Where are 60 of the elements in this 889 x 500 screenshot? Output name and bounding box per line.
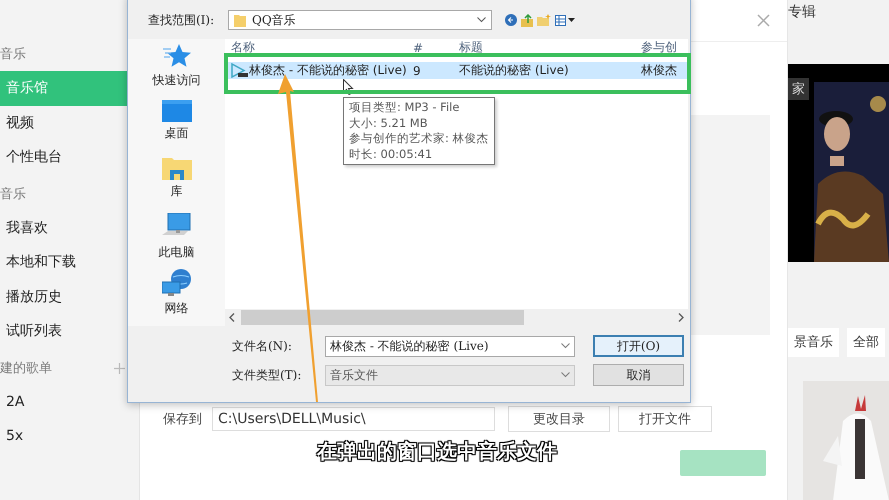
category-tab[interactable]: 景音乐: [788, 328, 839, 357]
column-header[interactable]: #: [413, 40, 459, 54]
up-folder-icon[interactable]: [521, 14, 533, 26]
scroll-thumb[interactable]: [241, 310, 524, 325]
location-dropdown[interactable]: QQ音乐: [228, 10, 492, 30]
close-icon[interactable]: [757, 14, 770, 27]
chevron-down-icon: [561, 372, 570, 378]
folder-icon: [162, 156, 192, 180]
new-folder-icon[interactable]: [537, 14, 551, 26]
file-type-dropdown[interactable]: 音乐文件: [325, 364, 575, 386]
track-number: 9: [413, 64, 422, 78]
open-button[interactable]: 打开(O): [593, 335, 684, 357]
section-heading: 建的歌单: [0, 360, 52, 378]
cursor-icon: [343, 79, 354, 95]
tooltip-line: 大小: 5.21 MB: [349, 116, 429, 131]
audio-file-icon: [231, 63, 248, 78]
look-in-label: 查找范围(I):: [148, 12, 216, 28]
tooltip-line: 项目类型: MP3 - File: [349, 100, 460, 116]
place-item[interactable]: 库: [162, 156, 192, 213]
file-row[interactable]: 林俊杰 - 不能说的秘密 (Live) 9 不能说的秘密 (Live) 林俊杰: [225, 62, 688, 79]
folder-icon: [234, 14, 246, 26]
chevron-down-icon: [561, 343, 570, 349]
sidebar-item[interactable]: 5x: [0, 419, 139, 454]
star-icon: [162, 43, 190, 69]
back-icon[interactable]: [505, 14, 517, 26]
artist-name: 林俊杰: [641, 62, 678, 79]
place-item[interactable]: 桌面: [162, 100, 192, 156]
scroll-left-icon[interactable]: [229, 313, 235, 322]
change-folder-button[interactable]: 更改目录: [508, 406, 610, 432]
caption: 在弹出的窗口选中音乐文件: [317, 438, 557, 465]
column-header[interactable]: 名称: [231, 39, 413, 56]
place-item[interactable]: 快速访问: [152, 43, 200, 100]
horizontal-scrollbar[interactable]: [225, 309, 688, 326]
category-tab[interactable]: 全部: [847, 328, 885, 357]
tooltip-line: 时长: 00:05:41: [349, 146, 434, 162]
file-name-label: 文件名(N):: [232, 338, 293, 354]
column-header[interactable]: 标题: [459, 39, 641, 56]
save-path-field[interactable]: C:\Users\DELL\Music\: [212, 407, 495, 431]
track-title: 不能说的秘密 (Live): [459, 62, 570, 79]
column-header[interactable]: 参与创: [641, 39, 688, 56]
desktop-icon: [162, 100, 192, 122]
section-heading: 音乐: [0, 46, 26, 64]
place-item[interactable]: 此电脑: [158, 212, 194, 270]
place-item[interactable]: 网络: [162, 269, 192, 326]
file-name: 林俊杰 - 不能说的秘密 (Live): [249, 62, 407, 79]
scroll-right-icon[interactable]: [678, 313, 684, 322]
tooltip-line: 参与创作的艺术家: 林俊杰: [349, 131, 489, 146]
open-folder-button[interactable]: 打开文件: [618, 406, 712, 432]
network-icon: [162, 269, 192, 298]
file-type-label: 文件类型(T):: [232, 366, 302, 384]
chevron-down-icon: [477, 17, 486, 23]
cancel-button[interactable]: 取消: [593, 364, 684, 386]
section-title: 专辑: [788, 3, 817, 22]
add-icon[interactable]: [114, 363, 125, 374]
save-to-label: 保存到: [163, 411, 203, 428]
file-name-field[interactable]: 林俊杰 - 不能说的秘密 (Live): [325, 336, 575, 356]
section-heading: 音乐: [0, 186, 26, 204]
banner-label: 家: [788, 78, 809, 100]
view-menu-icon[interactable]: [555, 14, 575, 26]
start-button[interactable]: [680, 450, 766, 476]
